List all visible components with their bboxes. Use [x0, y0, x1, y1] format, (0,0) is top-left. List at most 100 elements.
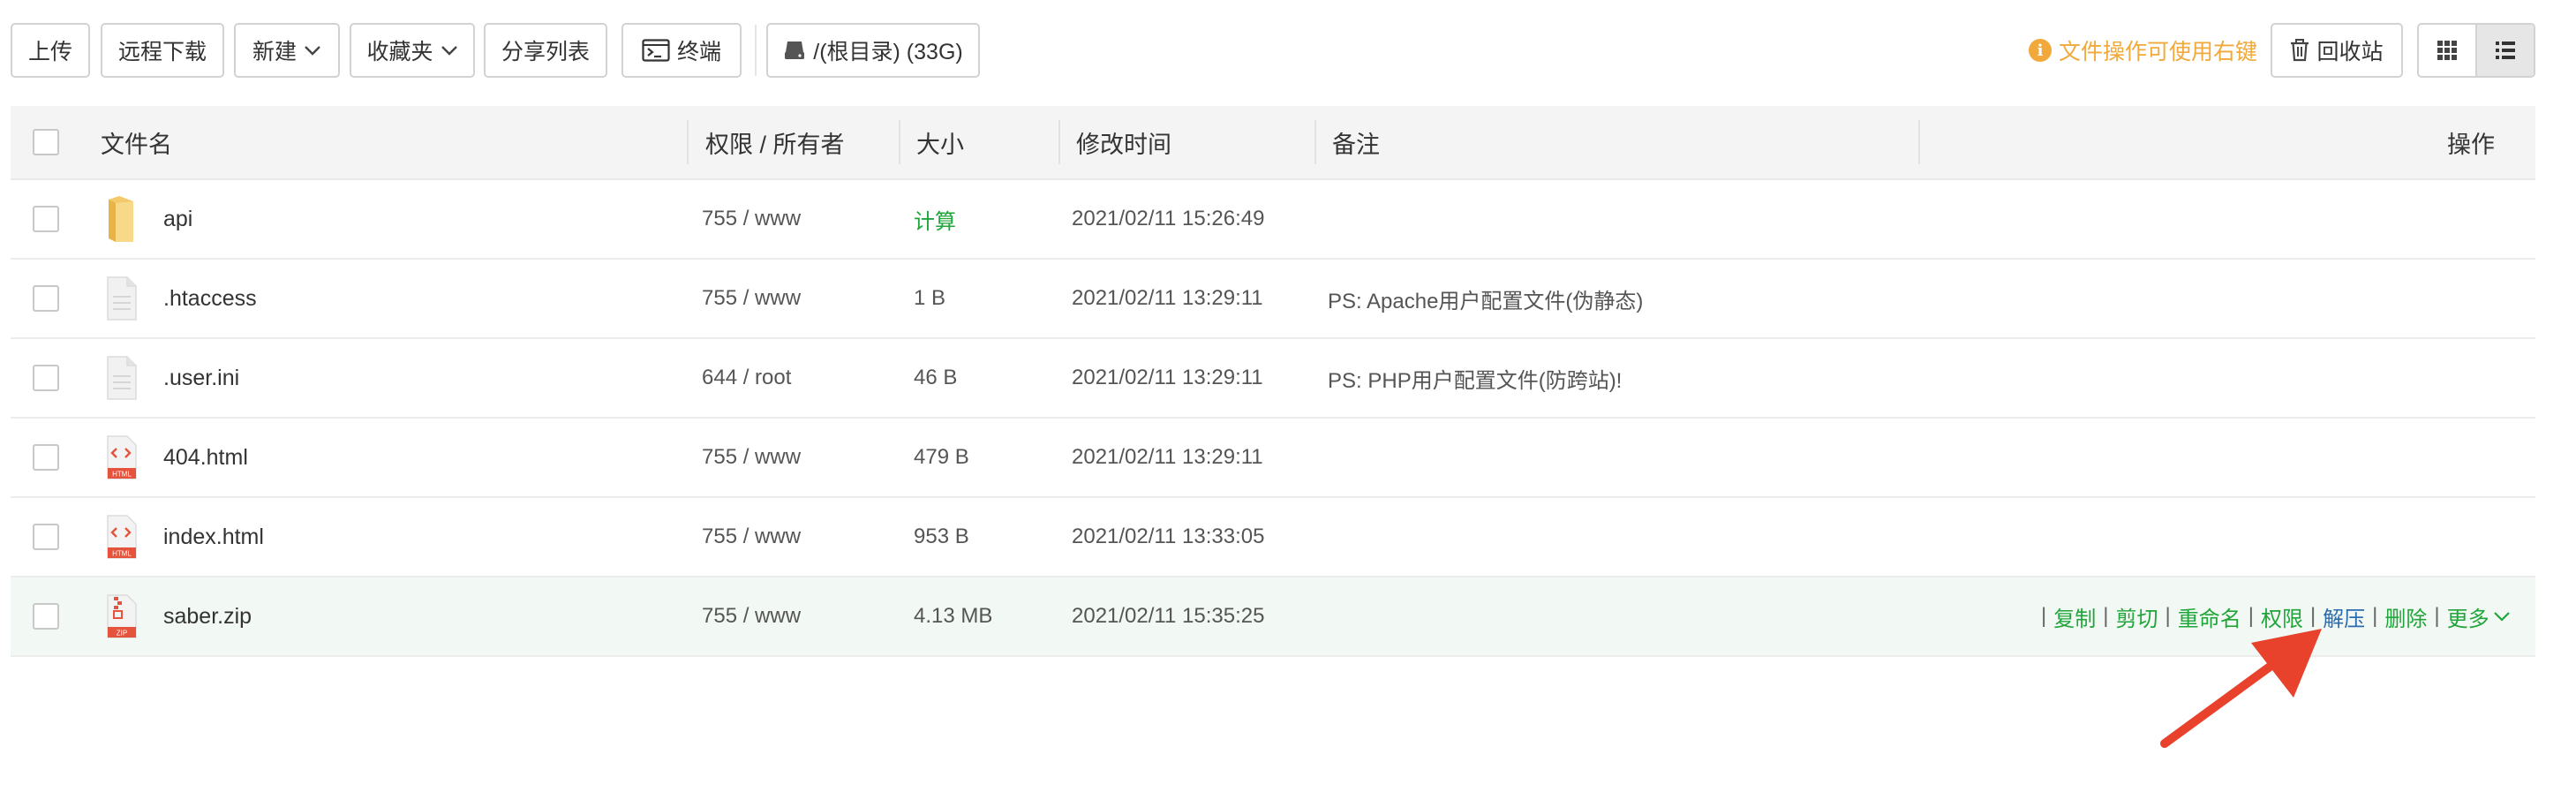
table-row[interactable]: HTML index.html 755 / www 953 B 2021/02/… — [11, 498, 2535, 577]
terminal-icon — [642, 39, 670, 62]
remote-download-button[interactable]: 远程下载 — [101, 23, 224, 78]
file-mtime: 2021/02/11 13:29:11 — [1072, 366, 1263, 389]
file-table: 文件名 权限 / 所有者 大小 修改时间 备注 操作 api 755 / www… — [11, 106, 2535, 657]
html-badge: HTML — [112, 550, 132, 558]
header-note: 备注 — [1332, 131, 1380, 158]
right-click-tip: i 文件操作可使用右键 — [2029, 35, 2257, 65]
header-perm[interactable]: 权限 / 所有者 — [705, 106, 845, 178]
file-mtime: 2021/02/11 15:35:25 — [1072, 604, 1265, 628]
header-mtime[interactable]: 修改时间 — [1076, 106, 1171, 178]
row-checkbox[interactable] — [33, 524, 59, 550]
file-mtime: 2021/02/11 13:29:11 — [1072, 286, 1263, 310]
select-all-checkbox[interactable] — [33, 129, 59, 155]
cut-link[interactable]: 剪切 — [2115, 601, 2158, 632]
toolbar-divider — [755, 25, 757, 76]
toolbar: 上传 远程下载 新建 收藏夹 分享列表 终端 /(根目录) (33G) i 文件… — [0, 0, 2576, 104]
row-checkbox[interactable] — [33, 285, 59, 312]
trash-icon — [2291, 39, 2309, 62]
chevron-down-icon — [441, 46, 457, 56]
grid-icon — [2437, 41, 2457, 60]
column-divider — [1918, 120, 1920, 164]
extract-link[interactable]: 解压 — [2323, 601, 2365, 632]
action-separator: | — [2372, 604, 2378, 628]
list-icon — [2496, 42, 2515, 59]
recycle-bin-label: 回收站 — [2316, 40, 2384, 64]
file-size: 46 B — [914, 366, 958, 389]
file-name[interactable]: saber.zip — [163, 577, 252, 655]
file-perm[interactable]: 755 / www — [702, 260, 801, 337]
file-note[interactable]: PS: PHP用户配置文件(防跨站)! — [1328, 339, 1622, 417]
table-row[interactable]: api 755 / www 计算 2021/02/11 15:26:49 — [11, 180, 2535, 260]
row-checkbox[interactable] — [33, 206, 59, 232]
html-file-icon: HTML — [107, 515, 137, 559]
row-checkbox[interactable] — [33, 365, 59, 391]
column-divider — [899, 120, 900, 164]
more-dropdown-link[interactable]: 更多 — [2447, 601, 2489, 632]
upload-button[interactable]: 上传 — [11, 23, 90, 78]
zip-file-icon: ZIP — [107, 594, 137, 638]
chevron-down-icon[interactable] — [2493, 610, 2511, 623]
share-list-label: 分享列表 — [501, 40, 590, 64]
grid-view-button[interactable] — [2419, 25, 2475, 76]
action-separator: | — [2041, 604, 2047, 628]
table-row[interactable]: ZIP saber.zip 755 / www 4.13 MB 2021/02/… — [11, 577, 2535, 657]
chevron-down-icon — [305, 46, 320, 56]
path-label: /(根目录) (33G) — [813, 40, 963, 64]
action-separator: | — [2165, 604, 2171, 628]
path-button[interactable]: /(根目录) (33G) — [766, 23, 980, 78]
list-view-button[interactable] — [2475, 25, 2534, 76]
file-perm[interactable]: 755 / www — [702, 180, 801, 258]
remote-download-label: 远程下载 — [117, 40, 207, 64]
file-note[interactable]: PS: Apache用户配置文件(伪静态) — [1328, 260, 1643, 337]
table-row[interactable]: .htaccess 755 / www 1 B 2021/02/11 13:29… — [11, 260, 2535, 339]
action-separator: | — [2434, 604, 2440, 628]
calculate-size-link[interactable]: 计算 — [914, 180, 956, 258]
file-size: 953 B — [914, 525, 969, 548]
text-file-icon — [107, 356, 137, 400]
new-label: 新建 — [252, 40, 297, 64]
row-checkbox[interactable] — [33, 444, 59, 471]
terminal-button[interactable]: 终端 — [621, 23, 742, 78]
info-icon: i — [2029, 39, 2052, 62]
upload-label: 上传 — [27, 40, 72, 64]
file-size: 1 B — [914, 286, 946, 310]
table-header: 文件名 权限 / 所有者 大小 修改时间 备注 操作 — [11, 106, 2535, 180]
row-checkbox[interactable] — [33, 603, 59, 630]
header-name[interactable]: 文件名 — [101, 106, 172, 178]
action-separator: | — [2103, 604, 2109, 628]
text-file-icon — [107, 276, 137, 321]
file-perm[interactable]: 755 / www — [702, 577, 801, 655]
share-list-button[interactable]: 分享列表 — [484, 23, 607, 78]
favorites-dropdown-button[interactable]: 收藏夹 — [350, 23, 475, 78]
file-mtime: 2021/02/11 13:29:11 — [1072, 445, 1263, 469]
file-name[interactable]: index.html — [163, 498, 264, 576]
file-name[interactable]: 404.html — [163, 419, 248, 496]
select-all-cell — [33, 106, 59, 178]
delete-link[interactable]: 删除 — [2384, 601, 2427, 632]
file-name[interactable]: .user.ini — [163, 339, 239, 417]
column-divider — [687, 120, 689, 164]
header-size[interactable]: 大小 — [916, 106, 964, 178]
column-divider — [1314, 120, 1316, 164]
new-dropdown-button[interactable]: 新建 — [234, 23, 340, 78]
file-perm[interactable]: 755 / www — [702, 498, 801, 576]
file-perm[interactable]: 755 / www — [702, 419, 801, 496]
table-row[interactable]: .user.ini 644 / root 46 B 2021/02/11 13:… — [11, 339, 2535, 419]
rename-link[interactable]: 重命名 — [2178, 601, 2241, 632]
favorites-label: 收藏夹 — [366, 40, 433, 64]
file-mtime: 2021/02/11 15:26:49 — [1072, 207, 1265, 230]
file-size: 479 B — [914, 445, 969, 469]
tip-text: 文件操作可使用右键 — [2059, 40, 2258, 64]
file-name[interactable]: .htaccess — [163, 260, 257, 337]
disk-icon — [785, 42, 805, 59]
file-size: 4.13 MB — [914, 604, 993, 628]
file-perm[interactable]: 644 / root — [702, 339, 791, 417]
row-actions: | 复制 | 剪切 | 重命名 | 权限 | 解压 | 删除 | 更多 — [2034, 577, 2511, 655]
file-name[interactable]: api — [163, 180, 192, 258]
zip-badge: ZIP — [117, 630, 127, 638]
recycle-bin-button[interactable]: 回收站 — [2271, 23, 2403, 78]
html-file-icon: HTML — [107, 435, 137, 479]
table-row[interactable]: HTML 404.html 755 / www 479 B 2021/02/11… — [11, 419, 2535, 498]
permission-link[interactable]: 权限 — [2261, 601, 2303, 632]
copy-link[interactable]: 复制 — [2053, 601, 2096, 632]
